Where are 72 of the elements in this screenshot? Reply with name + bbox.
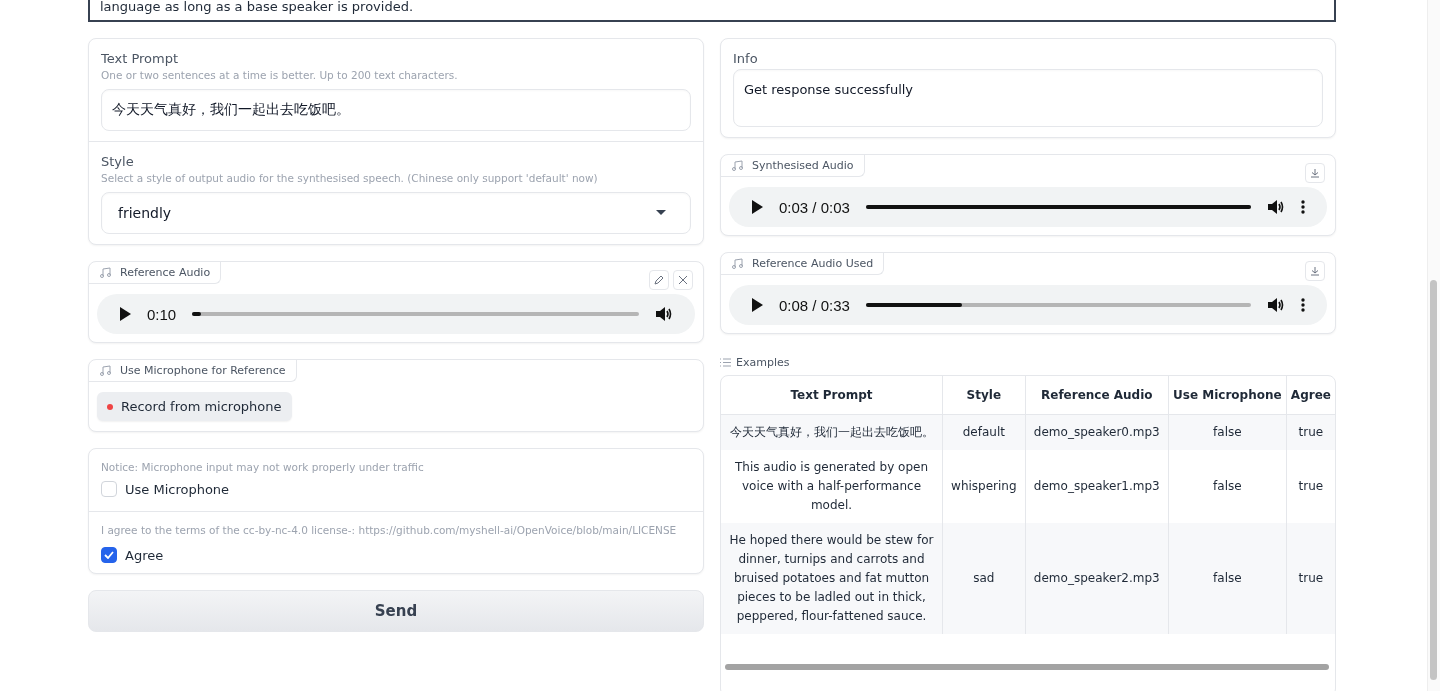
table-cell[interactable]: demo_speaker2.mp3 (1025, 523, 1169, 634)
more-icon (1301, 298, 1305, 312)
examples-label: Examples (736, 356, 790, 369)
audio-player[interactable]: 0:08 / 0:33 (729, 285, 1327, 325)
checkmark-icon (104, 551, 114, 559)
block-label-text: Synthesised Audio (752, 159, 854, 172)
download-button[interactable] (1305, 261, 1325, 281)
table-cell[interactable]: true (1286, 414, 1335, 450)
checkbox-label: Agree (125, 547, 164, 563)
checkbox-option[interactable]: Use Microphone (101, 481, 230, 497)
block-label-text: Use Microphone for Reference (120, 364, 286, 377)
play-icon (751, 298, 763, 312)
description-text: language as long as a base speaker is provided. (100, 0, 415, 14)
table-cell[interactable]: true (1286, 450, 1335, 523)
horizontal-scrollbar[interactable] (725, 664, 1329, 670)
scrollbar-thumb[interactable] (1430, 280, 1437, 680)
table-cell[interactable]: demo_speaker0.mp3 (1025, 414, 1169, 450)
close-icon (678, 275, 688, 285)
download-button[interactable] (1305, 163, 1325, 183)
clear-button[interactable] (673, 270, 693, 290)
field-hint: One or two sentences at a time is better. Up to 200 text characters. (101, 69, 459, 81)
table-cell[interactable]: He hoped there would be stew for dinner, turnips and carrots and bruised potatoes and fat mutton pieces to be ladled out in thick, peppered, flour-fattened sauce. (721, 523, 943, 634)
column-header: Text Prompt (721, 376, 943, 415)
table-cell[interactable]: false (1168, 414, 1287, 450)
music-note-icon (99, 266, 112, 279)
progress-fill[interactable] (192, 312, 202, 316)
pencil-icon (654, 275, 664, 285)
column-header: Use Microphone (1168, 376, 1287, 415)
record-button[interactable]: Record from microphone (97, 392, 292, 421)
checkbox[interactable] (101, 547, 117, 563)
table-cell[interactable]: true (1286, 523, 1335, 634)
column-header: Reference Audio (1025, 376, 1169, 415)
more-icon (1301, 200, 1305, 214)
field-hint: Notice: Microphone input may not work properly under traffic (101, 461, 425, 473)
column-header: Agree (1286, 376, 1335, 415)
table-cell[interactable]: false (1168, 523, 1287, 634)
audio-player[interactable]: 0:10 (97, 294, 695, 334)
music-note-icon (731, 257, 744, 270)
field-hint: I agree to the terms of the cc-by-nc-4.0 license-: https://github.com/myshell-ai/OpenVoice/blob/main/LICENSE (101, 524, 678, 536)
style-dropdown[interactable]: friendly (101, 192, 691, 234)
field-label: Style (101, 154, 135, 169)
progress-fill[interactable] (865, 303, 963, 307)
field-hint: Select a style of output audio for the synthesised speech. (Chinese only support 'default' now) (101, 172, 599, 184)
audio-time: 0:10 (147, 305, 177, 323)
block-label-text: Reference Audio Used (752, 257, 874, 270)
audio-player[interactable]: 0:03 / 0:03 (729, 187, 1327, 227)
block-label-text: Reference Audio (120, 266, 211, 279)
send-button[interactable]: Send (88, 590, 704, 632)
checkbox-option[interactable]: Agree (101, 547, 164, 563)
column-header: Style (942, 376, 1026, 415)
download-icon (1310, 266, 1320, 276)
table-cell[interactable]: default (942, 414, 1026, 450)
table-cell[interactable]: sad (942, 523, 1026, 634)
caret-icon (656, 210, 666, 216)
checkbox-label: Use Microphone (125, 481, 230, 497)
audio-time: 0:08 / 0:33 (779, 296, 850, 314)
audio-time: 0:03 / 0:03 (779, 198, 850, 216)
record-dot-icon (107, 403, 113, 410)
play-icon (119, 307, 131, 321)
volume-icon (1267, 199, 1285, 215)
music-note-icon (99, 364, 112, 377)
text-input[interactable]: 今天天气真好，我们一起出去吃饭吧。 (101, 89, 691, 131)
field-label: Info (733, 51, 759, 66)
table-cell[interactable]: 今天天气真好，我们一起出去吃饭吧。 (721, 414, 943, 450)
music-note-icon (731, 159, 744, 172)
field-label: Text Prompt (101, 51, 180, 66)
edit-button[interactable] (649, 270, 669, 290)
volume-icon (1267, 297, 1285, 313)
volume-icon (655, 306, 673, 322)
download-icon (1310, 168, 1320, 178)
play-icon (751, 200, 763, 214)
list-icon (720, 358, 731, 367)
